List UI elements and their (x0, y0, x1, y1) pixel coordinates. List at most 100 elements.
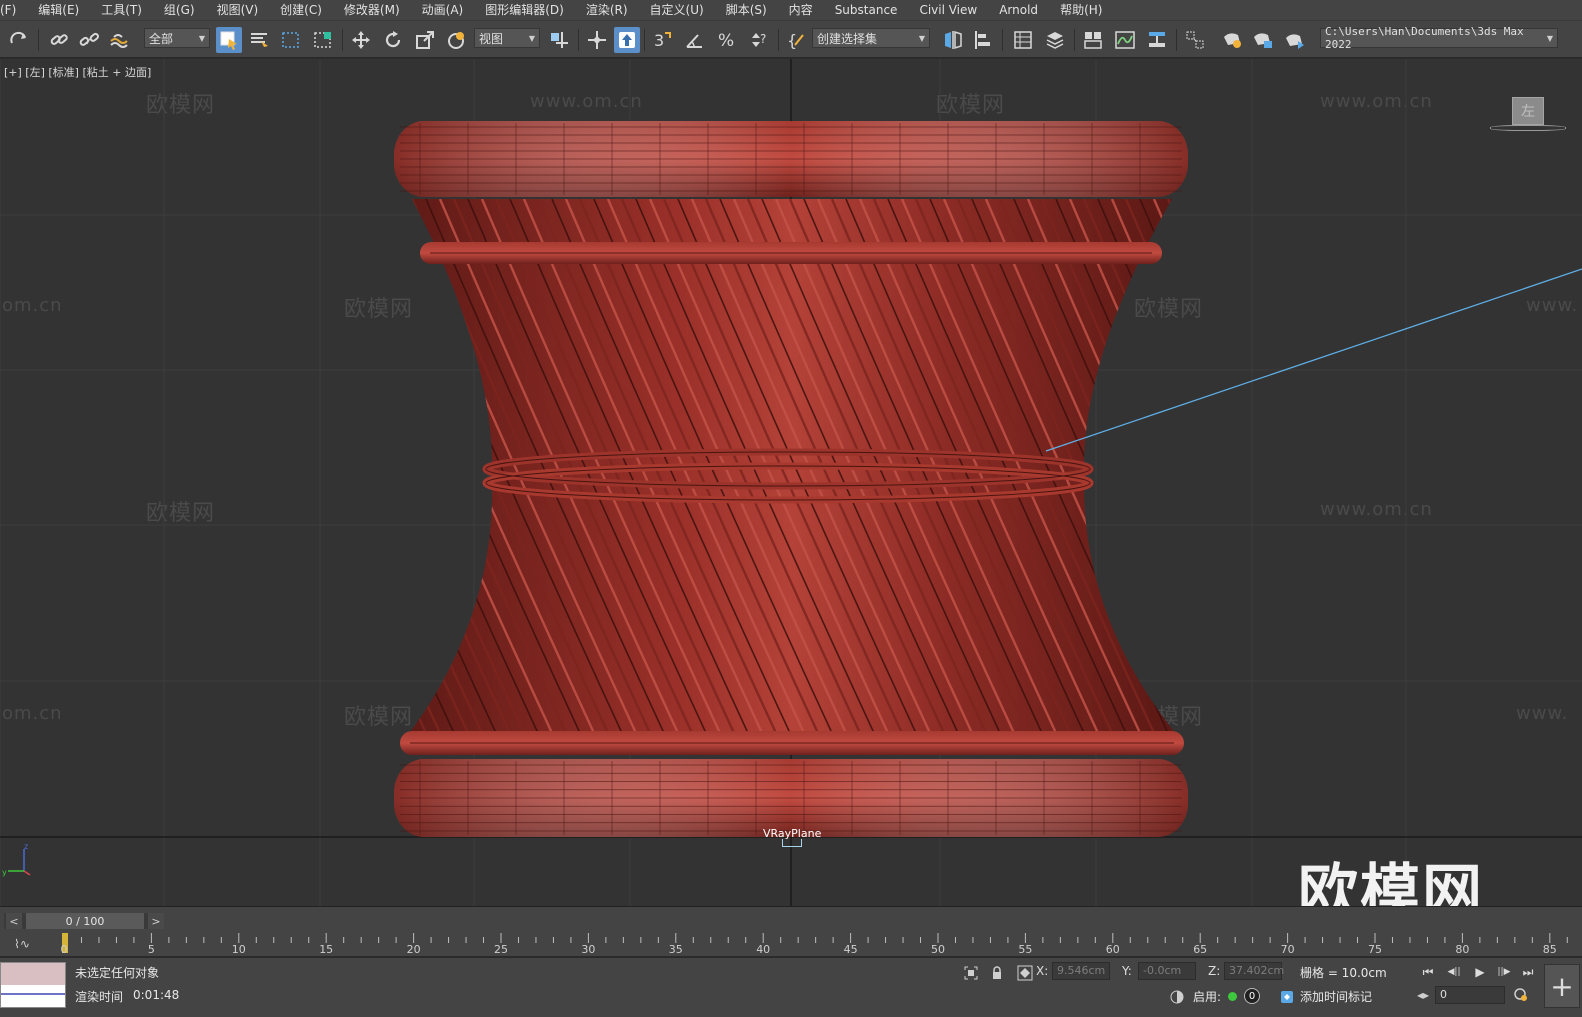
menu-item[interactable]: 修改器(M) (332, 0, 410, 20)
go-to-end-icon[interactable]: ⏭ (1518, 962, 1538, 982)
viewport-label[interactable]: [+] [左] [标准] [粘土 + 边面] (4, 64, 151, 80)
project-folder-dropdown[interactable]: C:\Users\Han\Documents\3ds Max 2022 ▼ (1320, 25, 1558, 51)
curve-editor-icon[interactable] (1112, 27, 1138, 53)
render-production-icon[interactable] (1282, 27, 1308, 53)
enable-label: 启用: (1193, 990, 1222, 1004)
scene-canvas[interactable]: z y (0, 59, 1582, 906)
time-slider-next-button[interactable]: > (148, 913, 164, 929)
time-configuration-icon[interactable] (1512, 986, 1530, 1004)
keyboard-shortcut-override-icon[interactable] (614, 27, 640, 53)
bind-space-warp-icon[interactable] (106, 27, 132, 53)
use-pivot-center-icon[interactable] (546, 27, 572, 53)
x-coord-field[interactable]: 9.546cm (1052, 962, 1110, 980)
menu-item[interactable]: 渲染(R) (574, 0, 638, 20)
menu-item[interactable]: 编辑(E) (26, 0, 89, 20)
render-time-value: 0:01:48 (133, 988, 180, 1002)
select-and-move-icon[interactable] (348, 27, 374, 53)
rectangular-selection-icon[interactable] (278, 27, 304, 53)
menu-item[interactable]: 创建(C) (268, 0, 332, 20)
link-icon[interactable] (46, 27, 72, 53)
adaptive-degradation-icon[interactable] (1168, 988, 1186, 1006)
menu-item[interactable]: 脚本(S) (714, 0, 777, 20)
select-object-icon[interactable] (216, 27, 242, 53)
menu-item[interactable]: (F) (0, 0, 26, 20)
key-mode-toggle-icon[interactable]: ◂▸ (1414, 986, 1432, 1004)
viewcube-compass-ring[interactable] (1490, 125, 1566, 131)
selection-filter-dropdown[interactable]: 全部 ▼ (144, 28, 210, 48)
select-and-rotate-icon[interactable] (380, 27, 406, 53)
viewport-left[interactable]: [+] [左] [标准] [粘土 + 边面] 欧模网 www.om.cn 欧模网… (0, 59, 1582, 906)
previous-frame-icon[interactable]: ◀|| (1444, 962, 1464, 982)
edit-named-selection-icon[interactable]: { (784, 27, 810, 53)
track-bar-tick-label: 75 (1368, 943, 1382, 956)
time-slider-frame[interactable]: 0 / 100 (26, 913, 144, 929)
menu-bar: (F) 编辑(E) 工具(T) 组(G) 视图(V) 创建(C) 修改器(M) 动画(A) 图形… (0, 0, 1582, 20)
menu-item[interactable]: 图形编辑器(D) (473, 0, 574, 20)
material-editor-icon[interactable] (1182, 27, 1208, 53)
menu-item[interactable]: 自定义(U) (638, 0, 714, 20)
align-icon[interactable] (970, 27, 996, 53)
layer-explorer-icon[interactable] (1042, 27, 1068, 53)
menu-item[interactable]: 视图(V) (205, 0, 269, 20)
track-bar-tick-label: 30 (581, 943, 596, 956)
toggle-track-bar-icon[interactable]: ⌇∿ (14, 937, 30, 951)
menu-item[interactable]: 内容 (777, 0, 823, 20)
maxscript-listener-mini[interactable] (0, 962, 66, 1008)
add-time-tag-label[interactable]: 添加时间标记 (1300, 988, 1372, 1005)
y-coord-label: Y: (1122, 964, 1132, 978)
track-bar-tick-label: 10 (231, 943, 246, 956)
reference-coordinate-dropdown[interactable]: 视图 ▼ (474, 28, 540, 48)
redo-icon[interactable] (6, 27, 32, 53)
window-crossing-icon[interactable] (310, 27, 336, 53)
menu-item[interactable]: Civil View (907, 0, 987, 20)
select-and-place-icon[interactable] (444, 27, 470, 53)
menu-item[interactable]: Substance (823, 0, 908, 20)
play-icon[interactable]: ▶ (1470, 962, 1490, 982)
go-to-start-icon[interactable]: ⏮ (1418, 962, 1438, 982)
menu-item[interactable]: 组(G) (152, 0, 205, 20)
named-selection-value: 创建选择集 (817, 31, 878, 46)
rattan-stool-model[interactable] (0, 121, 1516, 837)
track-bar-tick-label: 15 (319, 943, 334, 956)
current-frame-field[interactable]: 0 (1435, 986, 1505, 1004)
track-bar-tick-label: 25 (494, 943, 508, 956)
render-setup-icon[interactable] (1220, 27, 1246, 53)
track-bar-tick-label: 45 (843, 943, 858, 956)
add-time-tag-icon[interactable] (1278, 988, 1296, 1006)
percent-snap-icon[interactable]: % (714, 27, 740, 53)
named-selection-dropdown[interactable]: 创建选择集 ▼ (812, 28, 930, 48)
time-slider[interactable]: < 0 / 100 > (4, 913, 164, 929)
viewcube[interactable]: 左 (1488, 97, 1568, 137)
absolute-mode-transform-icon[interactable] (1016, 964, 1034, 982)
rendered-frame-window-icon[interactable] (1250, 27, 1276, 53)
snaps-toggle-icon[interactable]: 3 (650, 27, 676, 53)
time-slider-prev-button[interactable]: < (6, 913, 22, 929)
track-bar-tick-label: 55 (1018, 943, 1033, 956)
select-by-name-icon[interactable] (246, 27, 272, 53)
timeline: < 0 / 100 > ⌇∿ 0 5 10 15 20 25 30 35 40 45 50 55 60 6… (0, 906, 1582, 956)
viewcube-face-left[interactable]: 左 (1512, 97, 1544, 125)
spinner-snap-icon[interactable]: ? (746, 27, 772, 53)
x-coord-label: X: (1036, 964, 1049, 978)
angle-snap-icon[interactable] (682, 27, 708, 53)
svg-text:z: z (24, 842, 28, 851)
schematic-view-icon[interactable] (1144, 27, 1170, 53)
vray-plane-gizmo-icon[interactable] (782, 839, 802, 847)
mirror-icon[interactable] (940, 27, 966, 53)
z-coord-field[interactable]: 37.402cm (1224, 962, 1284, 980)
isolate-selection-icon[interactable] (962, 964, 980, 982)
lock-selection-icon[interactable] (988, 964, 1006, 982)
unlink-icon[interactable] (76, 27, 102, 53)
menu-item[interactable]: Arnold (987, 0, 1048, 20)
next-frame-icon[interactable]: ||▶ (1494, 962, 1514, 982)
menu-item[interactable]: 工具(T) (89, 0, 152, 20)
toggle-ribbon-icon[interactable] (1080, 27, 1106, 53)
select-and-manipulate-icon[interactable] (584, 27, 610, 53)
add-viewport-layout-button[interactable]: + (1544, 964, 1580, 1008)
menu-item[interactable]: 动画(A) (410, 0, 474, 20)
menu-item[interactable]: 帮助(H) (1048, 0, 1112, 20)
track-bar-tick-label: 65 (1193, 943, 1208, 956)
select-and-scale-icon[interactable] (412, 27, 438, 53)
scene-explorer-icon[interactable] (1010, 27, 1036, 53)
y-coord-field[interactable]: -0.0cm (1138, 962, 1196, 980)
